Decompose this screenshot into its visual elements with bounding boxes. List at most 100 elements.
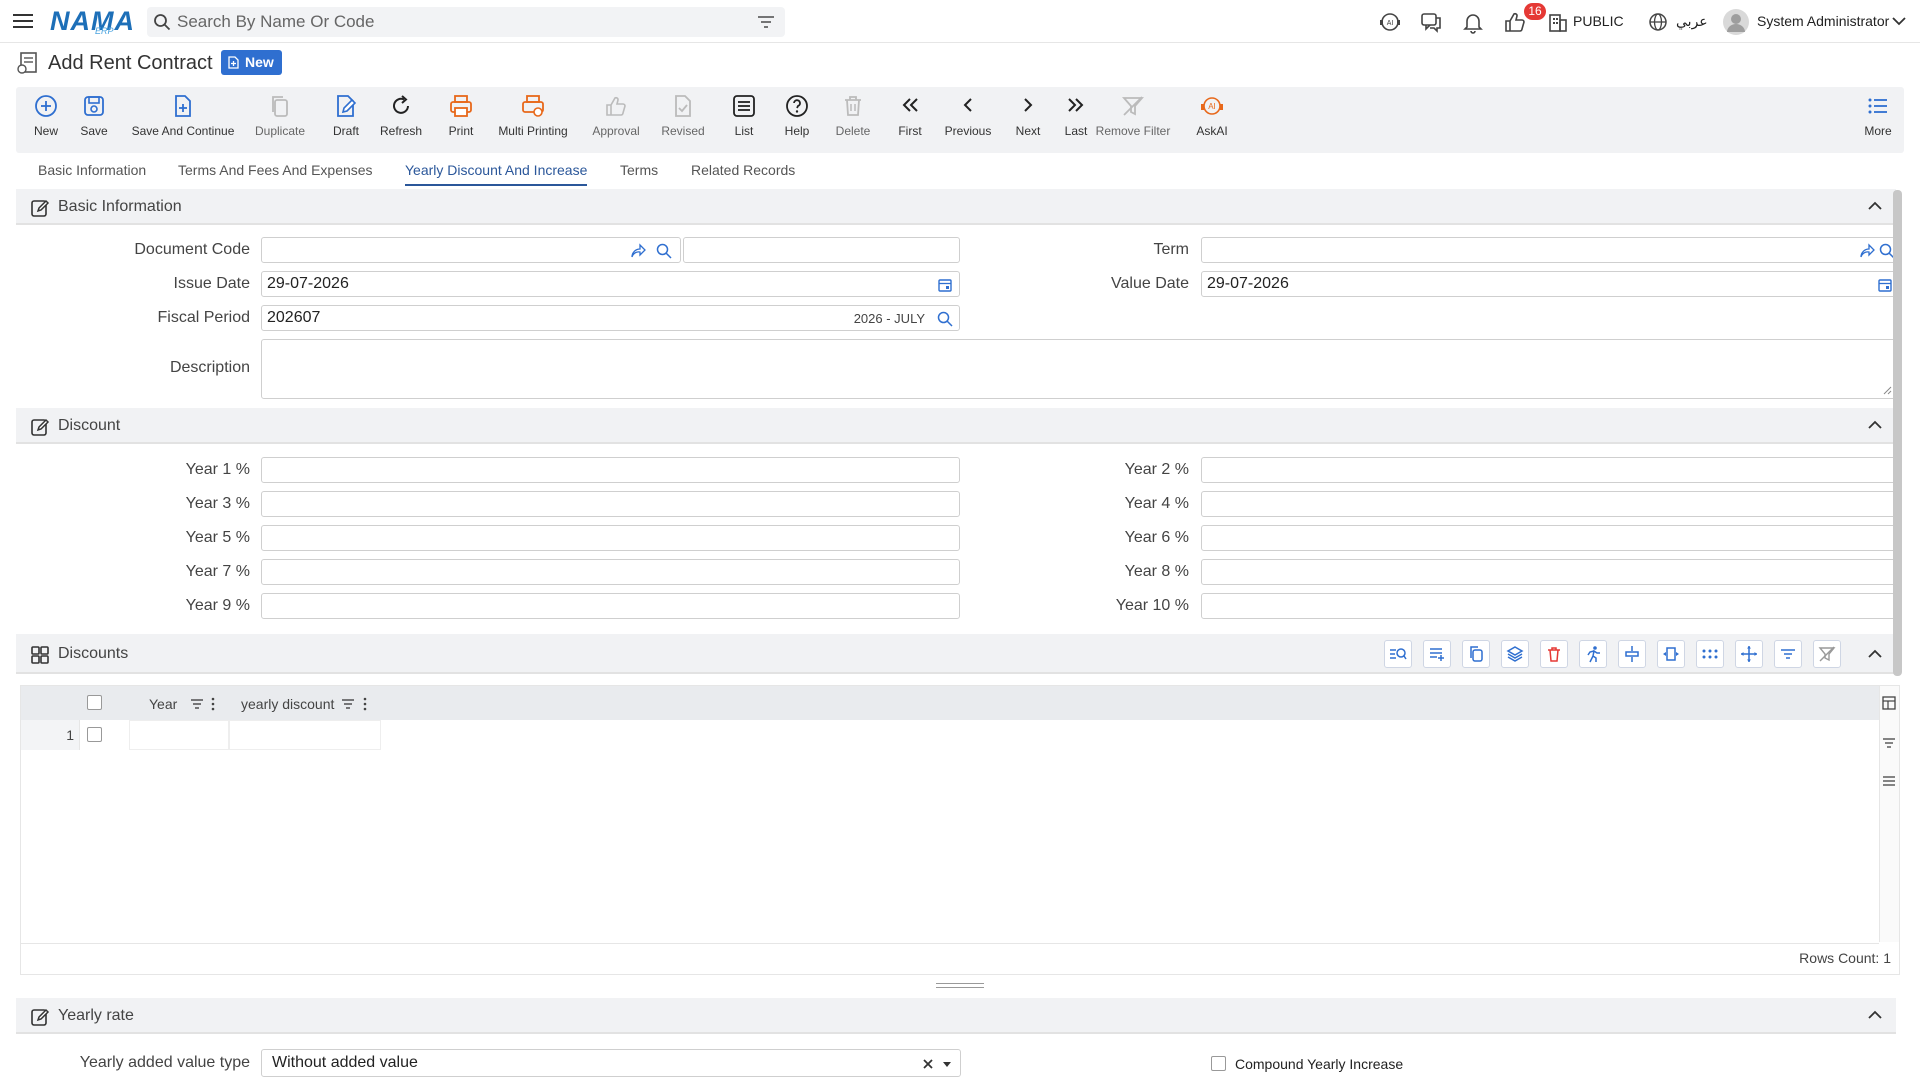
description-field[interactable] bbox=[261, 339, 1896, 399]
draft-button[interactable]: Draft bbox=[326, 93, 366, 149]
refresh-button[interactable]: Refresh bbox=[376, 93, 426, 149]
grid-fit-button[interactable] bbox=[1657, 640, 1685, 668]
discounts-section-header[interactable]: Discounts bbox=[16, 634, 1896, 674]
year-6-field[interactable] bbox=[1201, 525, 1896, 551]
term-field[interactable] bbox=[1201, 237, 1896, 263]
delete-button[interactable]: Delete bbox=[831, 93, 875, 149]
chevron-down-icon[interactable] bbox=[1892, 16, 1906, 26]
year-3-input[interactable] bbox=[262, 492, 959, 516]
term-input[interactable] bbox=[1202, 238, 1895, 262]
save-and-continue-button[interactable]: Save And Continue bbox=[129, 93, 237, 149]
more-button[interactable]: More bbox=[1858, 93, 1898, 149]
tab-terms-fees-expenses[interactable]: Terms And Fees And Expenses bbox=[178, 162, 373, 178]
column-menu-icon[interactable] bbox=[362, 697, 368, 711]
clear-icon[interactable] bbox=[922, 1058, 934, 1070]
fiscal-period-field[interactable]: 2026 - JULY bbox=[261, 305, 960, 331]
yearly-rate-section-header[interactable]: Yearly rate bbox=[16, 998, 1896, 1034]
bell-icon[interactable] bbox=[1461, 10, 1485, 34]
avatar[interactable] bbox=[1722, 8, 1750, 36]
filter-panel-icon[interactable] bbox=[1881, 735, 1897, 751]
tab-basic-information[interactable]: Basic Information bbox=[38, 162, 146, 178]
tab-related-records[interactable]: Related Records bbox=[691, 162, 795, 178]
askai-button[interactable]: AI AskAI bbox=[1190, 93, 1234, 149]
year-10-input[interactable] bbox=[1202, 594, 1895, 618]
year-6-input[interactable] bbox=[1202, 526, 1895, 550]
grid-add-row-button[interactable] bbox=[1423, 640, 1451, 668]
yearly-added-value-type-select[interactable]: Without added value bbox=[261, 1049, 961, 1077]
search-input[interactable] bbox=[177, 7, 737, 37]
resize-handle-icon[interactable] bbox=[1882, 385, 1892, 395]
yearly-discount-cell[interactable] bbox=[229, 720, 381, 750]
chevron-up-icon[interactable] bbox=[1868, 201, 1882, 211]
grid-move-button[interactable] bbox=[1735, 640, 1763, 668]
last-button[interactable]: Last bbox=[1056, 93, 1096, 149]
globe-icon[interactable] bbox=[1648, 12, 1668, 32]
year-4-field[interactable] bbox=[1201, 491, 1896, 517]
row-checkbox[interactable] bbox=[87, 727, 102, 742]
grid-collapse-button[interactable] bbox=[1618, 640, 1646, 668]
chevron-up-icon[interactable] bbox=[1868, 1010, 1882, 1020]
language-switch[interactable]: عربي bbox=[1676, 13, 1708, 30]
year-1-field[interactable] bbox=[261, 457, 960, 483]
year-9-input[interactable] bbox=[262, 594, 959, 618]
value-date-field[interactable] bbox=[1201, 271, 1896, 297]
document-code-input[interactable] bbox=[262, 238, 680, 262]
year-4-input[interactable] bbox=[1202, 492, 1895, 516]
ai-assistant-icon[interactable]: AI bbox=[1378, 10, 1402, 34]
caret-down-icon[interactable] bbox=[942, 1061, 952, 1068]
user-name[interactable]: System Administrator bbox=[1757, 13, 1889, 29]
grid-layers-button[interactable] bbox=[1501, 640, 1529, 668]
year-2-field[interactable] bbox=[1201, 457, 1896, 483]
year-2-input[interactable] bbox=[1202, 458, 1895, 482]
issue-date-input[interactable] bbox=[262, 272, 959, 296]
filter-icon[interactable] bbox=[190, 698, 204, 710]
grid-remove-filter-button[interactable] bbox=[1813, 640, 1841, 668]
next-button[interactable]: Next bbox=[1008, 93, 1048, 149]
print-button[interactable]: Print bbox=[441, 93, 481, 149]
multi-printing-button[interactable]: Multi Printing bbox=[494, 93, 572, 149]
year-1-input[interactable] bbox=[262, 458, 959, 482]
tab-yearly-discount-increase[interactable]: Yearly Discount And Increase bbox=[405, 162, 588, 186]
value-date-input[interactable] bbox=[1202, 272, 1895, 296]
grid-copy-button[interactable] bbox=[1462, 640, 1490, 668]
table-row[interactable]: 1 bbox=[21, 720, 1879, 750]
calendar-icon[interactable] bbox=[1877, 277, 1893, 293]
year-5-input[interactable] bbox=[262, 526, 959, 550]
building-icon[interactable] bbox=[1546, 10, 1570, 34]
chevron-up-icon[interactable] bbox=[1868, 420, 1882, 430]
menu-icon[interactable] bbox=[12, 11, 34, 31]
column-header-yearly-discount[interactable]: yearly discount bbox=[241, 696, 334, 712]
year-10-field[interactable] bbox=[1201, 593, 1896, 619]
discount-section-header[interactable]: Discount bbox=[16, 408, 1896, 444]
new-button[interactable]: New bbox=[26, 93, 66, 149]
first-button[interactable]: First bbox=[890, 93, 930, 149]
save-button[interactable]: Save bbox=[74, 93, 114, 149]
basic-information-section-header[interactable]: Basic Information bbox=[16, 189, 1896, 225]
columns-panel-icon[interactable] bbox=[1881, 695, 1897, 711]
share-arrow-icon[interactable] bbox=[630, 243, 646, 259]
page-scrollbar[interactable] bbox=[1893, 190, 1902, 676]
year-5-field[interactable] bbox=[261, 525, 960, 551]
column-header-year[interactable]: Year bbox=[149, 696, 177, 712]
list-button[interactable]: List bbox=[724, 93, 764, 149]
previous-button[interactable]: Previous bbox=[940, 93, 996, 149]
help-button[interactable]: Help bbox=[777, 93, 817, 149]
nama-logo[interactable]: NAMA ERP bbox=[50, 4, 134, 38]
column-menu-icon[interactable] bbox=[210, 697, 216, 711]
select-all-checkbox[interactable] bbox=[87, 695, 102, 710]
grid-dots-button[interactable] bbox=[1696, 640, 1724, 668]
document-code-name-field[interactable] bbox=[683, 237, 960, 263]
year-8-field[interactable] bbox=[1201, 559, 1896, 585]
approval-button[interactable]: Approval bbox=[589, 93, 643, 149]
year-cell[interactable] bbox=[129, 720, 229, 750]
grid-search-button[interactable] bbox=[1384, 640, 1412, 668]
search-icon[interactable] bbox=[656, 243, 672, 259]
year-7-field[interactable] bbox=[261, 559, 960, 585]
year-9-field[interactable] bbox=[261, 593, 960, 619]
tab-terms[interactable]: Terms bbox=[620, 162, 658, 178]
grid-run-button[interactable] bbox=[1579, 640, 1607, 668]
grid-filter-button[interactable] bbox=[1774, 640, 1802, 668]
chevron-up-icon[interactable] bbox=[1868, 649, 1882, 659]
share-arrow-icon[interactable] bbox=[1859, 243, 1875, 259]
filter-icon[interactable] bbox=[757, 14, 775, 30]
